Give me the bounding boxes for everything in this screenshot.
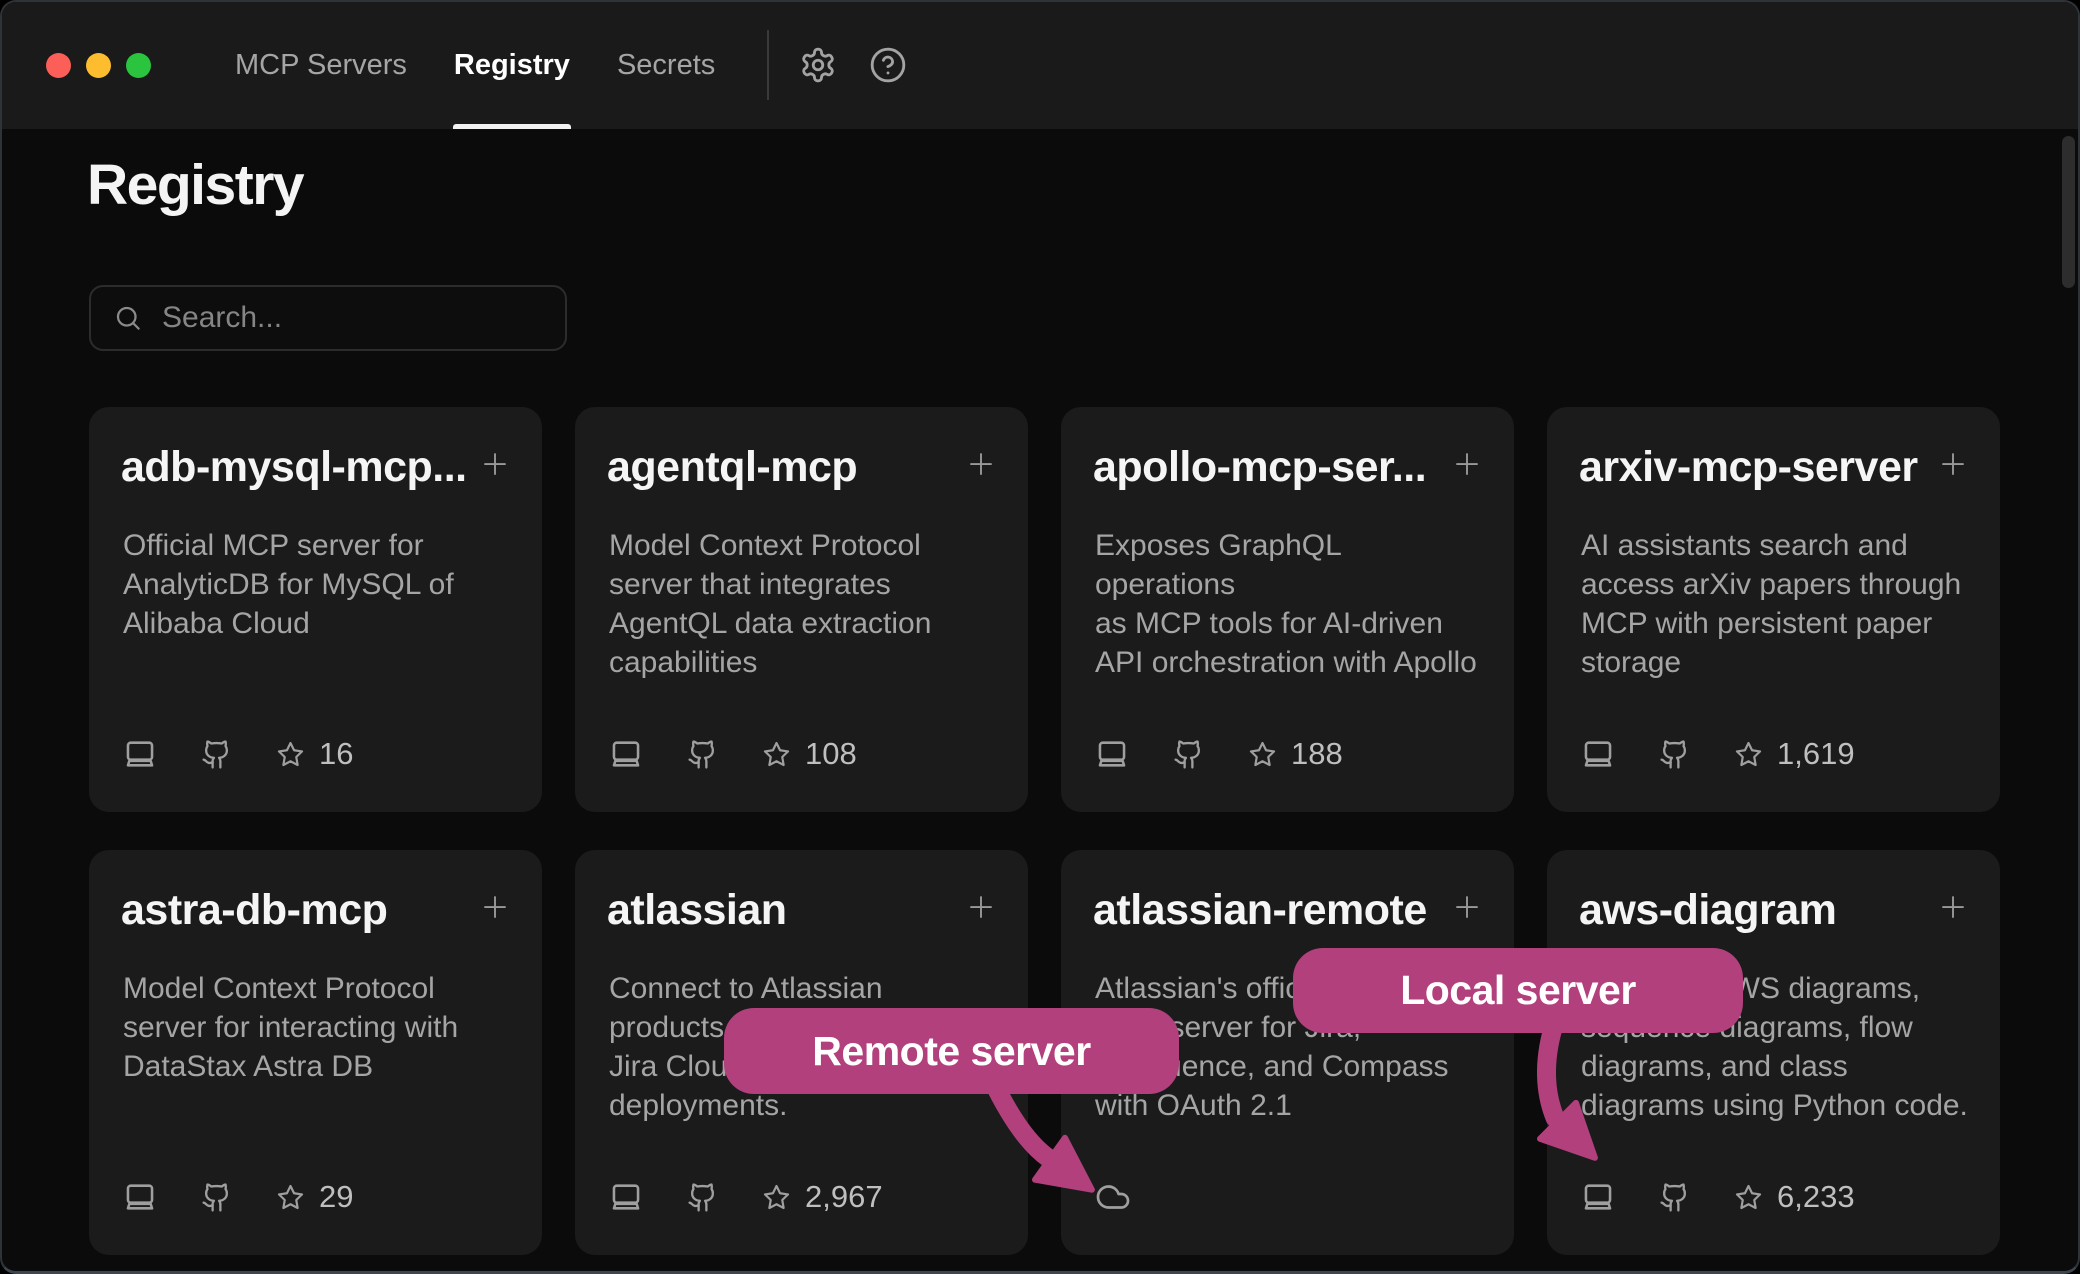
server-description: Exposes GraphQL operations as MCP tools … — [1095, 526, 1482, 682]
toolbar-divider — [767, 30, 769, 100]
server-description: Model Context Protocol server that integ… — [609, 526, 996, 682]
server-name: apollo-mcp-ser... — [1093, 443, 1426, 492]
close-window-button[interactable] — [46, 53, 71, 78]
github-icon[interactable] — [687, 739, 718, 770]
add-server-button[interactable] — [480, 892, 510, 922]
add-server-button[interactable] — [1452, 449, 1482, 479]
laptop-icon — [1581, 737, 1615, 771]
star-count: 2,967 — [805, 1179, 883, 1215]
star-count: 108 — [805, 736, 857, 772]
scrollbar-thumb[interactable] — [2062, 136, 2075, 288]
local-server-callout: Local server — [1293, 948, 1743, 1033]
laptop-icon — [123, 737, 157, 771]
server-card-grid: adb-mysql-mcp... Official MCP server for… — [89, 407, 2000, 1255]
server-name: arxiv-mcp-server — [1579, 443, 1918, 492]
tab-mcp-servers[interactable]: MCP Servers — [235, 2, 407, 129]
add-server-button[interactable] — [966, 892, 996, 922]
github-stars[interactable]: 188 — [1248, 736, 1343, 772]
search-box[interactable] — [89, 285, 567, 351]
github-stars[interactable]: 6,233 — [1734, 1179, 1855, 1215]
cloud-icon — [1095, 1179, 1131, 1215]
github-icon[interactable] — [687, 1182, 718, 1213]
laptop-icon — [123, 1180, 157, 1214]
server-card-astra-db-mcp[interactable]: astra-db-mcp Model Context Protocol serv… — [89, 850, 542, 1255]
server-description: AI assistants search and access arXiv pa… — [1581, 526, 1968, 682]
server-card-adb-mysql-mcp[interactable]: adb-mysql-mcp... Official MCP server for… — [89, 407, 542, 812]
server-card-arxiv-mcp-server[interactable]: arxiv-mcp-server AI assistants search an… — [1547, 407, 2000, 812]
server-card-aws-diagram[interactable]: aws-diagram Generate AWS diagrams, seque… — [1547, 850, 2000, 1255]
page-title: Registry — [87, 152, 303, 218]
star-count: 6,233 — [1777, 1179, 1855, 1215]
settings-gear-icon[interactable] — [799, 46, 837, 84]
star-icon — [1248, 740, 1277, 769]
star-icon — [762, 740, 791, 769]
remote-server-callout: Remote server — [724, 1008, 1179, 1094]
server-name: atlassian — [607, 886, 787, 935]
star-icon — [1734, 1183, 1763, 1212]
add-server-button[interactable] — [1938, 449, 1968, 479]
star-count: 29 — [319, 1179, 353, 1215]
star-count: 188 — [1291, 736, 1343, 772]
title-bar: MCP Servers Registry Secrets — [2, 2, 2078, 129]
github-stars[interactable]: 29 — [276, 1179, 353, 1215]
add-server-button[interactable] — [480, 449, 510, 479]
laptop-icon — [1095, 737, 1129, 771]
laptop-icon — [609, 737, 643, 771]
fullscreen-window-button[interactable] — [126, 53, 151, 78]
server-card-apollo-mcp-server[interactable]: apollo-mcp-ser... Exposes GraphQL operat… — [1061, 407, 1514, 812]
star-icon — [762, 1183, 791, 1212]
github-icon[interactable] — [1659, 1182, 1690, 1213]
search-input[interactable] — [160, 300, 550, 336]
laptop-icon — [609, 1180, 643, 1214]
github-icon[interactable] — [201, 1182, 232, 1213]
tab-secrets[interactable]: Secrets — [617, 2, 715, 129]
star-count: 16 — [319, 736, 353, 772]
server-name: atlassian-remote — [1093, 886, 1427, 935]
laptop-icon — [1581, 1180, 1615, 1214]
github-icon[interactable] — [201, 739, 232, 770]
server-name: adb-mysql-mcp... — [121, 443, 467, 492]
github-stars[interactable]: 1,619 — [1734, 736, 1855, 772]
server-description: Official MCP server for AnalyticDB for M… — [123, 526, 510, 643]
tab-registry[interactable]: Registry — [454, 2, 570, 129]
main-nav: MCP Servers Registry Secrets — [235, 2, 715, 129]
server-description: Model Context Protocol server for intera… — [123, 969, 510, 1086]
add-server-button[interactable] — [1452, 892, 1482, 922]
github-stars[interactable]: 16 — [276, 736, 353, 772]
add-server-button[interactable] — [1938, 892, 1968, 922]
server-name: agentql-mcp — [607, 443, 857, 492]
help-icon[interactable] — [869, 46, 907, 84]
server-card-agentql-mcp[interactable]: agentql-mcp Model Context Protocol serve… — [575, 407, 1028, 812]
star-icon — [276, 1183, 305, 1212]
server-name: aws-diagram — [1579, 886, 1836, 935]
github-icon[interactable] — [1659, 739, 1690, 770]
star-icon — [276, 740, 305, 769]
github-stars[interactable]: 2,967 — [762, 1179, 883, 1215]
app-window: MCP Servers Registry Secrets Registry ad… — [0, 0, 2080, 1274]
add-server-button[interactable] — [966, 449, 996, 479]
minimize-window-button[interactable] — [86, 53, 111, 78]
search-icon — [113, 303, 143, 333]
github-icon[interactable] — [1173, 739, 1204, 770]
github-stars[interactable]: 108 — [762, 736, 857, 772]
star-icon — [1734, 740, 1763, 769]
server-name: astra-db-mcp — [121, 886, 387, 935]
star-count: 1,619 — [1777, 736, 1855, 772]
